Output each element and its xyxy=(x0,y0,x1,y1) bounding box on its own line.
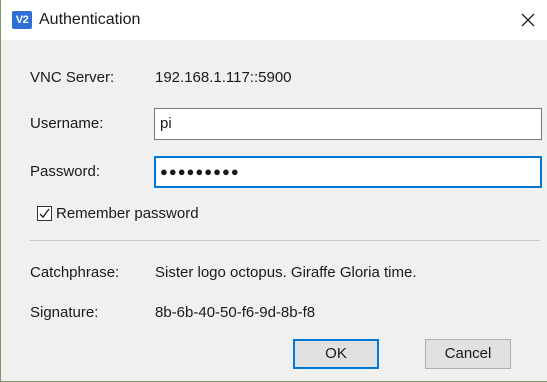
password-field[interactable]: ●●●●●●●●● xyxy=(154,156,542,188)
cancel-button[interactable]: Cancel xyxy=(425,339,511,369)
username-field[interactable]: pi xyxy=(154,108,542,140)
window-title: Authentication xyxy=(39,11,141,28)
close-button[interactable] xyxy=(513,5,543,35)
title-bar: V2 Authentication xyxy=(1,0,547,40)
remember-password-label[interactable]: Remember password xyxy=(56,204,199,224)
ok-button[interactable]: OK xyxy=(293,339,379,369)
vnc-server-value: 192.168.1.117::5900 xyxy=(155,69,292,86)
checkmark-icon xyxy=(39,208,50,219)
password-label: Password: xyxy=(30,163,101,180)
vnc-viewer-icon: V2 xyxy=(12,11,32,29)
authentication-dialog: V2 Authentication VNC Server: 192.168.1.… xyxy=(0,0,547,382)
vnc-server-label: VNC Server: xyxy=(30,69,115,86)
remember-password-checkbox[interactable] xyxy=(37,206,52,221)
catchphrase-value: Sister logo octopus. Giraffe Gloria time… xyxy=(155,264,417,281)
divider xyxy=(30,240,540,241)
catchphrase-label: Catchphrase: xyxy=(30,264,120,281)
signature-label: Signature: xyxy=(30,304,99,321)
close-icon xyxy=(521,13,535,27)
username-label: Username: xyxy=(30,115,104,132)
signature-value: 8b-6b-40-50-f6-9d-8b-f8 xyxy=(155,304,316,321)
password-mask: ●●●●●●●●● xyxy=(160,164,240,179)
